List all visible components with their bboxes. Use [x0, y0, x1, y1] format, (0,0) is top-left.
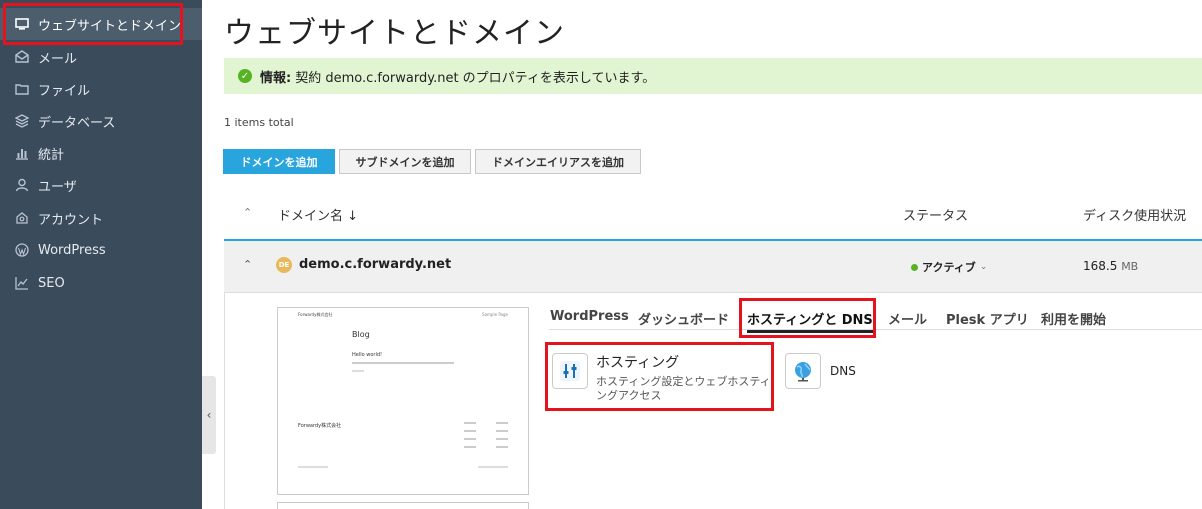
status-dot-icon — [911, 263, 918, 271]
sidebar-item-label: ウェブサイトとドメイン — [38, 18, 182, 34]
sidebar-item-label: ユーザ — [38, 179, 77, 195]
tab-wordpress[interactable]: WordPress — [550, 309, 629, 324]
tab-mail[interactable]: メール — [888, 309, 927, 328]
preview-footer-column — [496, 422, 512, 454]
disk-usage-value: 168.5 — [1083, 259, 1118, 273]
wordpress-icon — [14, 242, 30, 258]
add-domain-alias-button[interactable]: ドメインエイリアスを追加 — [475, 149, 641, 174]
tab-dashboard[interactable]: ダッシュボード — [638, 309, 729, 328]
panel-border — [224, 292, 225, 509]
database-icon — [14, 113, 30, 129]
preview-footer-brand: Forwardy株式会社 — [298, 423, 342, 429]
info-message: ✓ 情報: 契約 demo.c.forwardy.net のプロパティを表示して… — [224, 58, 1202, 94]
dns-link[interactable]: DNS — [830, 364, 856, 378]
domain-name-link[interactable]: demo.c.forwardy.net — [299, 257, 451, 272]
monitor-icon — [14, 16, 30, 32]
hosting-settings-desc-line1: ホスティング設定とウェブホスティ — [596, 375, 771, 388]
add-subdomain-button[interactable]: サブドメインを追加 — [339, 149, 471, 174]
preview-footer-column — [464, 422, 480, 454]
collapse-all-icon[interactable]: ⌃ — [243, 206, 252, 219]
preview-footer-line — [478, 466, 508, 468]
tab-getting-started[interactable]: 利用を開始 — [1041, 309, 1106, 328]
sidebar-item-label: アカウント — [38, 212, 104, 228]
account-icon — [14, 210, 30, 226]
chevron-left-icon: ‹ — [206, 408, 212, 422]
sidebar-item-seo[interactable]: SEO — [0, 267, 202, 299]
sidebar-item-databases[interactable]: データベース — [0, 105, 202, 137]
disk-usage-unit: MB — [1121, 260, 1139, 273]
preview-text-line — [352, 362, 454, 364]
items-total: 1 items total — [224, 116, 294, 129]
column-header-status[interactable]: ステータス — [903, 205, 968, 224]
bar-chart-icon — [14, 145, 30, 161]
preview-footer-line — [298, 466, 328, 468]
sidebar-item-websites-domains[interactable]: ウェブサイトとドメイン — [0, 8, 202, 40]
disk-usage: 168.5 MB — [1083, 259, 1138, 273]
add-domain-button[interactable]: ドメインを追加 — [223, 149, 335, 174]
sidebar-item-label: SEO — [38, 275, 65, 291]
envelope-icon — [14, 49, 30, 65]
hosting-settings-desc-line2: ングアクセス — [596, 389, 662, 402]
tab-plesk-apps[interactable]: Plesk アプリ — [946, 309, 1029, 328]
site-preview-thumbnail-next — [277, 502, 529, 509]
site-preview-thumbnail[interactable]: Forwardy株式会社 Sample Page Blog Hello worl… — [277, 307, 529, 495]
seo-chart-icon — [14, 275, 30, 291]
sidebar-item-label: WordPress — [38, 242, 106, 258]
status-dropdown[interactable]: アクティブ ⌄ — [911, 259, 987, 275]
dns-globe-icon[interactable] — [785, 353, 821, 389]
chevron-down-icon: ⌄ — [979, 262, 988, 272]
sidebar-item-statistics[interactable]: 統計 — [0, 137, 202, 169]
sidebar-item-files[interactable]: ファイル — [0, 73, 202, 105]
sidebar: ウェブサイトとドメイン メール ファイル データベース 統計 ユーザ アカウント… — [0, 0, 202, 509]
user-icon — [14, 177, 30, 193]
preview-brand: Forwardy株式会社 — [298, 312, 333, 317]
info-text: 契約 demo.c.forwardy.net のプロパティを表示しています。 — [295, 70, 656, 86]
sidebar-item-mail[interactable]: メール — [0, 41, 202, 73]
sidebar-item-label: メール — [38, 51, 78, 67]
page-title: ウェブサイトとドメイン — [224, 16, 565, 51]
domain-logo-icon: DE — [276, 257, 292, 273]
sidebar-item-label: 統計 — [38, 147, 65, 163]
preview-sample-link: Sample Page — [482, 312, 508, 317]
preview-text-line — [352, 370, 364, 372]
sidebar-item-wordpress[interactable]: WordPress — [0, 234, 202, 266]
sidebar-item-label: データベース — [38, 115, 116, 131]
folder-icon — [14, 81, 30, 97]
status-label: アクティブ — [922, 261, 976, 274]
tab-hosting-dns[interactable]: ホスティングと DNS — [747, 309, 873, 333]
sidebar-item-label: ファイル — [38, 83, 91, 99]
info-label: 情報: — [260, 70, 292, 86]
preview-post-title: Hello world! — [352, 352, 383, 358]
row-divider — [224, 292, 1202, 293]
preview-blog-title: Blog — [352, 330, 370, 339]
tabs-underline — [549, 329, 1202, 330]
sidebar-collapse-handle[interactable]: ‹ — [202, 376, 216, 454]
column-header-domain[interactable]: ドメイン名 ↓ — [278, 205, 358, 224]
check-circle-icon: ✓ — [238, 69, 252, 83]
hosting-settings-link[interactable]: ホスティング — [596, 352, 679, 372]
sidebar-item-users[interactable]: ユーザ — [0, 169, 202, 201]
hosting-settings-icon[interactable] — [552, 353, 588, 389]
column-header-disk[interactable]: ディスク使用状況 — [1083, 205, 1186, 224]
chevron-up-icon[interactable]: ⌃ — [243, 258, 252, 271]
sidebar-item-account[interactable]: アカウント — [0, 202, 202, 234]
